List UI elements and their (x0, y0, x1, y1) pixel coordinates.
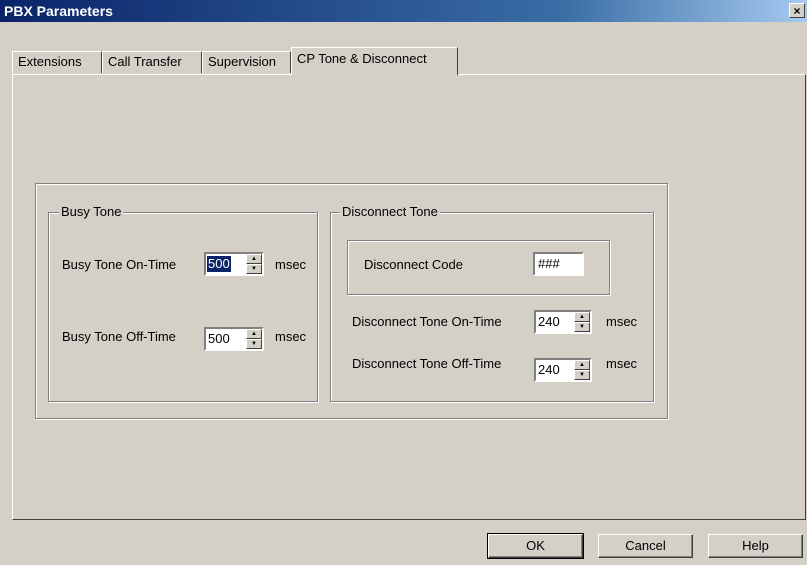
down-arrow-icon[interactable]: ▼ (574, 370, 590, 380)
ok-button[interactable]: OK (487, 533, 584, 559)
disconnect-off-time-stepper[interactable]: 240 ▲ ▼ (534, 358, 592, 382)
busy-on-time-stepper[interactable]: 500 ▲ ▼ (204, 252, 264, 276)
disconnect-off-time-value[interactable]: 240 (538, 362, 560, 378)
busy-tone-legend: Busy Tone (59, 204, 124, 219)
tab-supervision[interactable]: Supervision (202, 51, 291, 73)
tab-extensions[interactable]: Extensions (12, 51, 102, 73)
busy-off-time-value[interactable]: 500 (208, 331, 230, 347)
busy-tone-group (48, 212, 318, 402)
disconnect-on-time-label: Disconnect Tone On-Time (352, 314, 502, 329)
window-title: PBX Parameters (4, 3, 113, 19)
busy-off-time-unit: msec (275, 329, 307, 344)
cancel-button[interactable]: Cancel (598, 534, 693, 558)
disconnect-code-label: Disconnect Code (364, 257, 463, 272)
up-arrow-icon[interactable]: ▲ (246, 254, 262, 264)
down-arrow-icon[interactable]: ▼ (574, 322, 590, 332)
busy-on-time-label: Busy Tone On-Time (62, 257, 177, 272)
busy-on-time-unit: msec (275, 257, 307, 272)
disconnect-on-time-stepper[interactable]: 240 ▲ ▼ (534, 310, 592, 334)
busy-off-time-stepper[interactable]: 500 ▲ ▼ (204, 327, 264, 351)
tab-cp-tone-disconnect[interactable]: CP Tone & Disconnect (291, 47, 458, 75)
disconnect-tone-legend: Disconnect Tone (340, 204, 440, 219)
disconnect-off-time-unit: msec (606, 356, 638, 371)
title-bar: PBX Parameters × (0, 0, 807, 22)
busy-on-time-value[interactable]: 500 (207, 256, 231, 272)
disconnect-on-time-value[interactable]: 240 (538, 314, 560, 330)
help-button[interactable]: Help (708, 534, 803, 558)
disconnect-off-time-label: Disconnect Tone Off-Time (352, 356, 502, 371)
busy-off-time-label: Busy Tone Off-Time (62, 329, 176, 344)
down-arrow-icon[interactable]: ▼ (246, 339, 262, 349)
tab-call-transfer[interactable]: Call Transfer (102, 51, 202, 73)
up-arrow-icon[interactable]: ▲ (574, 360, 590, 370)
disconnect-code-input[interactable]: ### (533, 252, 584, 276)
up-arrow-icon[interactable]: ▲ (246, 329, 262, 339)
up-arrow-icon[interactable]: ▲ (574, 312, 590, 322)
disconnect-on-time-unit: msec (606, 314, 638, 329)
down-arrow-icon[interactable]: ▼ (246, 264, 262, 274)
close-icon[interactable]: × (789, 3, 805, 18)
